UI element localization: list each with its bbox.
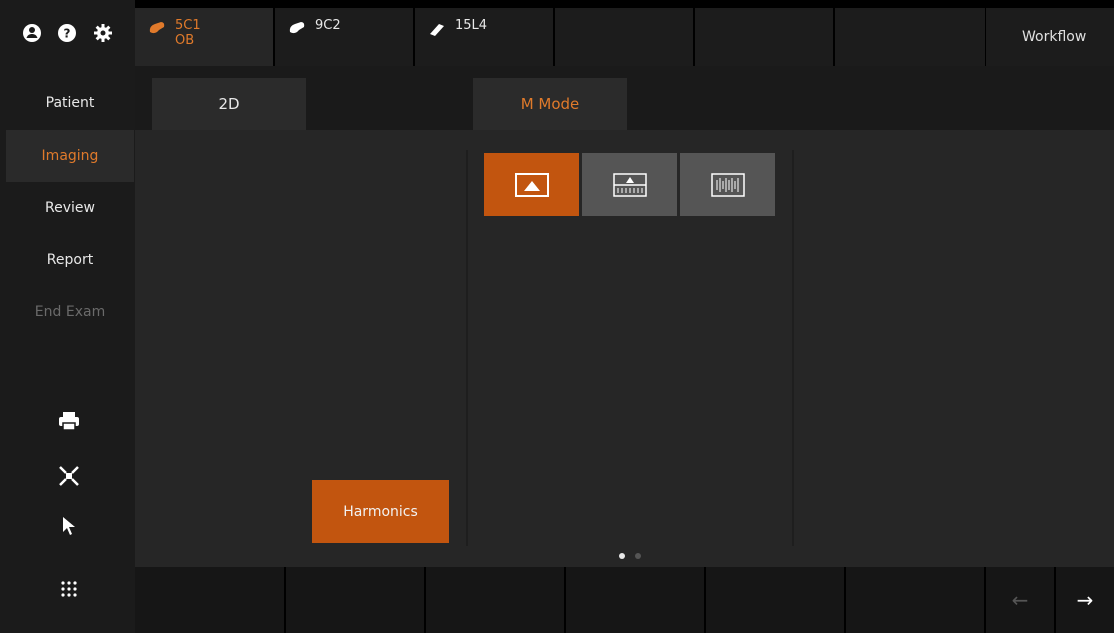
forward-arrow-icon: → (1076, 588, 1094, 612)
harmonics-button[interactable]: Harmonics (312, 480, 449, 543)
workflow-button[interactable]: Workflow (986, 8, 1114, 66)
sidebar-item-label: End Exam (34, 304, 106, 320)
tab-label: 2D (218, 95, 240, 113)
softkey[interactable] (286, 567, 424, 633)
sidebar: Patient Imaging Review Report End Exam (0, 66, 135, 633)
sidebar-item-label: Patient (45, 95, 95, 111)
softkey[interactable] (846, 567, 984, 633)
probe-icon (289, 22, 305, 34)
tab-label: M Mode (520, 95, 580, 113)
top-icon-group: ? (0, 0, 135, 66)
softkey[interactable] (566, 567, 704, 633)
linear-probe-icon (430, 24, 444, 36)
svg-text:?: ? (64, 27, 71, 41)
sidebar-item-report[interactable]: Report (6, 234, 134, 286)
empty-probe-slot (695, 8, 833, 66)
grid-menu-icon[interactable] (56, 576, 82, 602)
probe-label: 15L4 (455, 18, 488, 33)
forward-arrow-button[interactable]: → (1056, 567, 1114, 633)
pointer-icon[interactable] (56, 513, 82, 539)
workflow-label: Workflow (1022, 29, 1087, 45)
softkey[interactable] (706, 567, 844, 633)
probe-icon (149, 22, 165, 34)
mmode-trace-icon (710, 172, 745, 197)
print-icon[interactable] (56, 408, 82, 434)
sidebar-item-label: Report (46, 252, 94, 268)
tab-2d[interactable]: 2D (152, 78, 306, 130)
back-arrow-icon: ← (1011, 588, 1029, 612)
sidebar-item-label: Imaging (41, 148, 99, 164)
fullscreen-icon[interactable] (56, 463, 82, 489)
probe-tab-9c2[interactable]: 9C2 (275, 8, 413, 66)
layout-mmode-only-button[interactable] (680, 153, 775, 216)
split-layout-icon (612, 172, 647, 197)
probe-label: 5C1 OB (175, 18, 201, 48)
column-divider (466, 150, 468, 546)
page-indicator-active (619, 553, 625, 559)
back-arrow-button[interactable]: ← (986, 567, 1054, 633)
sidebar-item-imaging[interactable]: Imaging (6, 130, 134, 182)
sidebar-item-review[interactable]: Review (6, 182, 134, 234)
tab-m-mode[interactable]: M Mode (473, 78, 627, 130)
probe-label: 9C2 (315, 18, 341, 33)
layout-2d-mmode-button[interactable] (582, 153, 677, 216)
page-indicator[interactable] (635, 553, 641, 559)
help-icon[interactable]: ? (56, 22, 78, 44)
column-divider (792, 150, 794, 546)
probe-tab-5c1[interactable]: 5C1 OB (135, 8, 273, 66)
layout-2d-only-button[interactable] (484, 153, 579, 216)
sidebar-item-end-exam: End Exam (6, 286, 134, 338)
softkey[interactable] (135, 567, 284, 633)
empty-probe-slot (555, 8, 693, 66)
sidebar-item-patient[interactable]: Patient (6, 77, 134, 129)
empty-probe-slot (835, 8, 985, 66)
probe-tab-15l4[interactable]: 15L4 (415, 8, 553, 66)
2d-image-icon (514, 172, 549, 197)
harmonics-label: Harmonics (343, 503, 418, 520)
sidebar-item-label: Review (45, 200, 95, 216)
user-icon[interactable] (21, 22, 43, 44)
softkey[interactable] (426, 567, 564, 633)
gear-icon[interactable] (92, 22, 114, 44)
